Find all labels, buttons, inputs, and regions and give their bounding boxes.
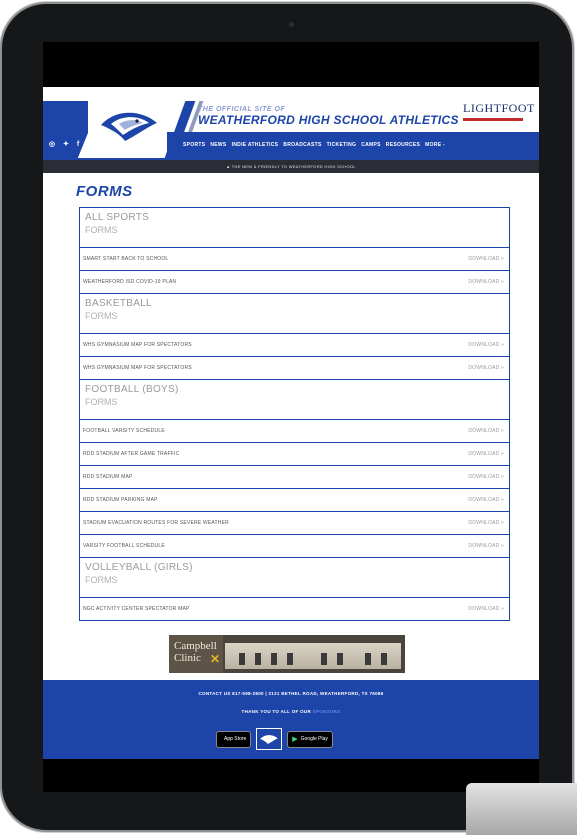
form-name: VARSITY FOOTBALL SCHEDULE — [83, 543, 165, 549]
footer-contact: CONTACT US 817-598-2800 | 2121 BETHEL RO… — [198, 691, 384, 696]
section-header: FOOTBALL (BOYS) FORMS — [80, 380, 509, 420]
download-link[interactable]: DOWNLOAD » — [468, 543, 504, 549]
form-row[interactable]: VARSITY FOOTBALL SCHEDULE DOWNLOAD » — [80, 535, 509, 558]
footer-sponsors-link[interactable]: SPONSORS — [313, 709, 341, 714]
section-header: BASKETBALL FORMS — [80, 294, 509, 334]
section-sport: ALL SPORTS — [85, 212, 150, 223]
section-sport: VOLLEYBALL (GIRLS) — [85, 562, 193, 573]
ad-window — [337, 653, 343, 665]
download-link[interactable]: DOWNLOAD » — [468, 451, 504, 457]
download-link[interactable]: DOWNLOAD » — [468, 279, 504, 285]
ad-line1: Campbell — [174, 640, 217, 652]
ad-window — [365, 653, 371, 665]
social-icons[interactable]: ◎ ✦ f — [49, 140, 82, 148]
section-sub: FORMS — [85, 225, 118, 235]
form-name: WEATHERFORD ISD COVID-19 PLAN — [83, 279, 177, 285]
download-link[interactable]: DOWNLOAD » — [468, 342, 504, 348]
form-row[interactable]: NGC ACTIVITY CENTER SPECTATOR MAP DOWNLOA… — [80, 598, 509, 621]
footer-thanks: THANK YOU TO ALL OF OUR SPONSORS — [43, 709, 539, 714]
nav-indie-athletics[interactable]: INDIE ATHLETICS — [232, 142, 279, 148]
nav-resources[interactable]: RESOURCES — [386, 142, 420, 148]
download-link[interactable]: DOWNLOAD » — [468, 606, 504, 612]
google-play-button[interactable]: ▶ Google Play — [287, 730, 333, 748]
browser-top-bar — [43, 42, 539, 87]
form-name: NGC ACTIVITY CENTER SPECTATOR MAP — [83, 606, 190, 612]
form-name: RDD STADIUM PARKING MAP — [83, 497, 158, 503]
google-play-label: Google Play — [300, 736, 328, 742]
section-sub: FORMS — [85, 311, 118, 321]
download-link[interactable]: DOWNLOAD » — [468, 365, 504, 371]
ad-window — [287, 653, 293, 665]
nav-news[interactable]: NEWS — [210, 142, 226, 148]
section-sub: FORMS — [85, 397, 118, 407]
app-badges: App Store ▶ Google Play — [216, 728, 333, 750]
ad-window — [381, 653, 387, 665]
form-name: FOOTBALL VARSITY SCHEDULE — [83, 428, 165, 434]
page-title: FORMS — [76, 183, 133, 200]
form-row[interactable]: STADIUM EVACUATION ROUTES FOR SEVERE WEA… — [80, 512, 509, 535]
footer-thanks-text: THANK YOU TO ALL OF OUR — [241, 709, 312, 714]
ad-window — [321, 653, 327, 665]
announcement-banner[interactable]: ▲ THE NEW & FRIENDLY TO WEATHERFORD HIGH… — [43, 158, 539, 173]
stingray-icon — [260, 735, 278, 744]
footer-logo[interactable] — [256, 728, 283, 750]
form-row[interactable]: RDD STADIUM MAP DOWNLOAD » — [80, 466, 509, 489]
stingray-logo-icon[interactable] — [97, 105, 161, 145]
ad-building-image — [225, 643, 401, 669]
nav-ticketing[interactable]: TICKETING — [327, 142, 357, 148]
browser-bottom-bar — [43, 759, 539, 792]
banner-text: ▲ THE NEW & FRIENDLY TO WEATHERFORD HIGH… — [226, 164, 356, 169]
nav-camps[interactable]: CAMPS — [361, 142, 381, 148]
google-play-icon: ▶ — [292, 736, 298, 743]
form-row[interactable]: FOOTBALL VARSITY SCHEDULE DOWNLOAD » — [80, 420, 509, 443]
form-row[interactable]: WHS GYMNASIUM MAP FOR SPECTATORS DOWNLOAD… — [80, 357, 509, 380]
download-link[interactable]: DOWNLOAD » — [468, 428, 504, 434]
form-row[interactable]: RDD STADIUM PARKING MAP DOWNLOAD » — [80, 489, 509, 512]
tablet-device: ◎ ✦ f THE OFFICIAL SITE OF WEATHERFORD H… — [2, 4, 572, 830]
section-header: VOLLEYBALL (GIRLS) FORMS — [80, 558, 509, 598]
ad-window — [271, 653, 277, 665]
download-link[interactable]: DOWNLOAD » — [468, 497, 504, 503]
site-footer: CONTACT US 817-598-2800 | 2121 BETHEL RO… — [43, 680, 539, 759]
form-row[interactable]: WEATHERFORD ISD COVID-19 PLAN DOWNLOAD » — [80, 271, 509, 294]
download-link[interactable]: DOWNLOAD » — [468, 520, 504, 526]
form-name: SMART START BACK TO SCHOOL — [83, 256, 169, 262]
ad-window — [239, 653, 245, 665]
sponsor-divider — [463, 118, 523, 121]
forms-list: ALL SPORTS FORMS SMART START BACK TO SCH… — [79, 207, 510, 621]
sponsor-ad-banner[interactable]: Campbell Clinic ✕ — [169, 635, 405, 673]
site-title[interactable]: WEATHERFORD HIGH SCHOOL ATHLETICS — [198, 113, 459, 127]
form-name: RDD STADIUM MAP — [83, 474, 133, 480]
form-name: STADIUM EVACUATION ROUTES FOR SEVERE WEA… — [83, 520, 229, 526]
sponsor-logo[interactable]: LIGHTFOOT — [463, 101, 535, 127]
camera-icon — [289, 22, 294, 27]
ad-mark-icon: ✕ — [210, 652, 221, 666]
form-name: WHS GYMNASIUM MAP FOR SPECTATORS — [83, 342, 192, 348]
section-sport: FOOTBALL (BOYS) — [85, 384, 179, 395]
website: ◎ ✦ f THE OFFICIAL SITE OF WEATHERFORD H… — [43, 87, 539, 792]
app-store-label: App Store — [224, 736, 247, 742]
nav-sports[interactable]: SPORTS — [183, 142, 205, 148]
site-header: ◎ ✦ f THE OFFICIAL SITE OF WEATHERFORD H… — [43, 87, 539, 173]
tablet-screen: ◎ ✦ f THE OFFICIAL SITE OF WEATHERFORD H… — [43, 42, 539, 792]
section-sport: BASKETBALL — [85, 298, 152, 309]
app-store-button[interactable]: App Store — [216, 730, 252, 748]
ad-window — [255, 653, 261, 665]
form-name: RDD STADIUM AFTER GAME TRAFFIC — [83, 451, 180, 457]
section-sub: FORMS — [85, 575, 118, 585]
download-link[interactable]: DOWNLOAD » — [468, 474, 504, 480]
download-link[interactable]: DOWNLOAD » — [468, 256, 504, 262]
form-row[interactable]: RDD STADIUM AFTER GAME TRAFFIC DOWNLOAD » — [80, 443, 509, 466]
section-header: ALL SPORTS FORMS — [80, 208, 509, 248]
form-name: WHS GYMNASIUM MAP FOR SPECTATORS — [83, 365, 192, 371]
device-stand — [466, 783, 577, 835]
site-subtitle: THE OFFICIAL SITE OF — [198, 106, 286, 113]
nav-more[interactable]: MORE - — [425, 142, 445, 148]
form-row[interactable]: WHS GYMNASIUM MAP FOR SPECTATORS DOWNLOAD… — [80, 334, 509, 357]
nav-items: SPORTS NEWS INDIE ATHLETICS BROADCASTS T… — [183, 142, 445, 148]
nav-broadcasts[interactable]: BROADCASTS — [283, 142, 321, 148]
form-row[interactable]: SMART START BACK TO SCHOOL DOWNLOAD » — [80, 248, 509, 271]
sponsor-name: LIGHTFOOT — [463, 101, 535, 115]
